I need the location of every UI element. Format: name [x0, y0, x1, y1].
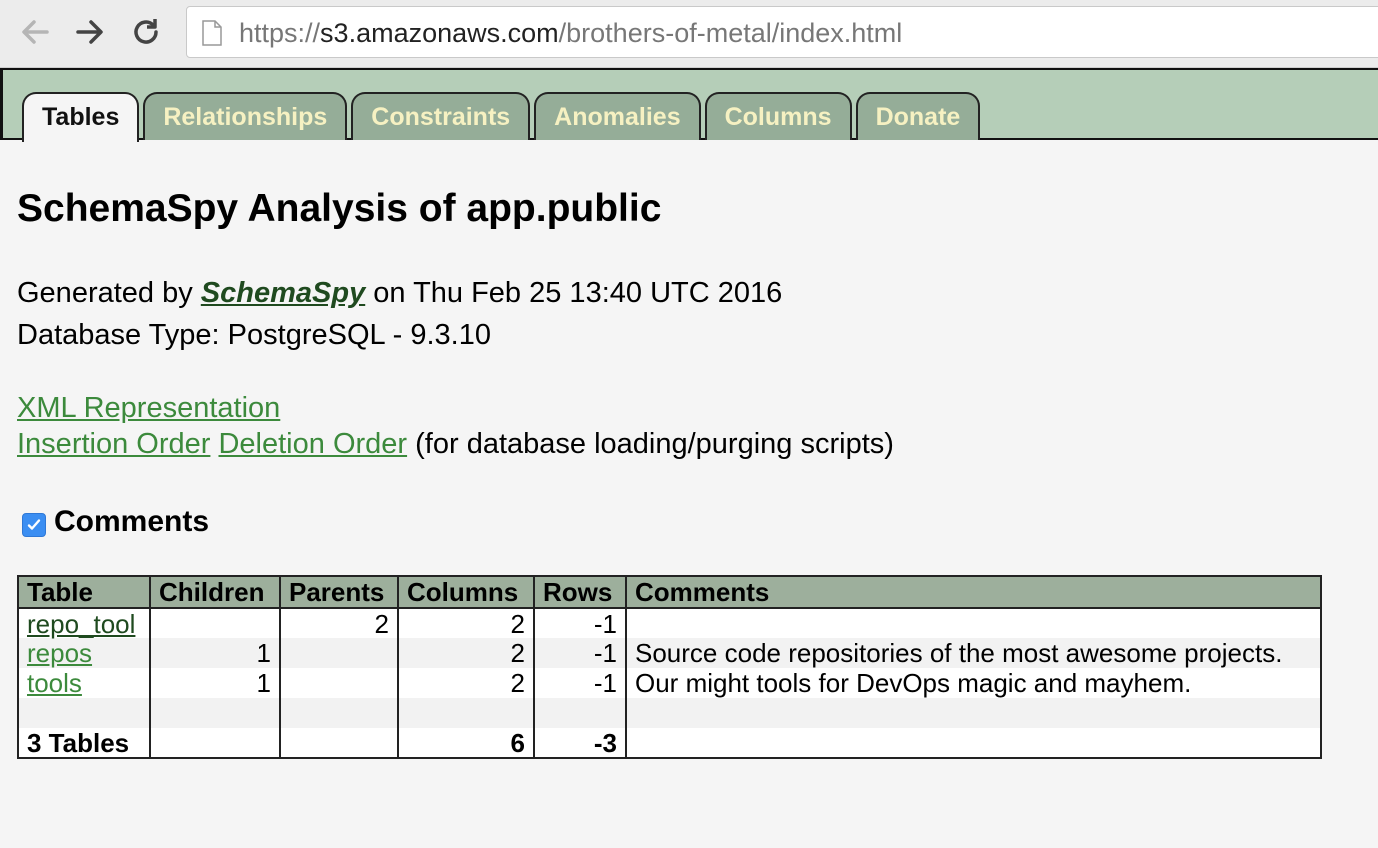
spacer-cell	[279, 698, 399, 728]
spacer-cell	[17, 698, 151, 728]
page-icon	[201, 20, 223, 46]
order-note: (for database loading/purging scripts)	[415, 428, 894, 460]
spacer-row	[17, 698, 1322, 728]
rows-cell: -1	[533, 668, 627, 698]
tab-donate[interactable]: Donate	[855, 92, 981, 140]
tab-strip: Tables Relationships Constraints Anomali…	[0, 68, 1378, 142]
tab-strip-edge	[0, 68, 3, 140]
table-row: repos 1 2 -1 Source code repositories of…	[17, 638, 1322, 668]
back-arrow-icon[interactable]	[17, 14, 53, 50]
tab-list: Tables Relationships Constraints Anomali…	[22, 92, 984, 142]
tab-constraints[interactable]: Constraints	[351, 92, 531, 140]
generated-line: Generated by SchemaSpy on Thu Feb 25 13:…	[17, 272, 782, 314]
col-header-parents[interactable]: Parents	[279, 575, 399, 609]
total-children	[149, 728, 281, 759]
col-header-table[interactable]: Table	[17, 575, 151, 609]
parents-cell	[279, 638, 399, 668]
totals-row: 3 Tables 6 -3	[17, 728, 1322, 759]
generated-suffix: on Thu Feb 25 13:40 UTC 2016	[365, 277, 783, 309]
xml-representation-link[interactable]: XML Representation	[17, 392, 280, 424]
parents-cell: 2	[279, 608, 399, 638]
insertion-order-link[interactable]: Insertion Order	[17, 428, 210, 460]
url-path: /brothers-of-metal/index.html	[558, 18, 903, 48]
table-name-cell: repo_tool	[17, 608, 151, 639]
deletion-order-link[interactable]: Deletion Order	[218, 428, 407, 460]
children-cell	[149, 608, 281, 638]
columns-cell: 2	[397, 668, 535, 698]
spacer-cell	[149, 698, 281, 728]
col-header-comments[interactable]: Comments	[625, 575, 1322, 609]
columns-cell: 2	[397, 608, 535, 638]
rows-cell: -1	[533, 638, 627, 668]
comments-toggle: Comments	[22, 503, 209, 541]
table-row: tools 1 2 -1 Our might tools for DevOps …	[17, 668, 1322, 698]
table-link[interactable]: tools	[27, 668, 82, 698]
url-text[interactable]: https://s3.amazonaws.com/brothers-of-met…	[239, 18, 902, 48]
col-header-columns[interactable]: Columns	[397, 575, 535, 609]
comments-cell: Our might tools for DevOps magic and may…	[625, 668, 1322, 698]
representation-links: XML Representation Insertion Order Delet…	[17, 390, 894, 462]
tab-columns[interactable]: Columns	[704, 92, 852, 140]
comments-cell: Source code repositories of the most awe…	[625, 638, 1322, 668]
page-title: SchemaSpy Analysis of app.public	[17, 187, 662, 230]
url-scheme: https://	[239, 18, 321, 48]
url-host: s3.amazonaws.com	[320, 18, 559, 48]
comments-checkbox[interactable]	[22, 513, 46, 537]
columns-cell: 2	[397, 638, 535, 668]
comments-cell	[625, 608, 1322, 638]
total-comments	[625, 728, 1322, 759]
total-parents	[279, 728, 399, 759]
tab-anomalies[interactable]: Anomalies	[534, 92, 701, 140]
col-header-children[interactable]: Children	[149, 575, 281, 609]
checkmark-icon	[27, 519, 41, 530]
tab-tables[interactable]: Tables	[22, 92, 140, 142]
forward-arrow-icon[interactable]	[72, 14, 108, 50]
schemaspy-link[interactable]: SchemaSpy	[201, 277, 365, 309]
browser-toolbar: https://s3.amazonaws.com/brothers-of-met…	[0, 0, 1378, 68]
rows-cell: -1	[533, 608, 627, 638]
total-columns: 6	[397, 728, 535, 759]
reload-icon[interactable]	[128, 14, 164, 50]
spacer-cell	[533, 698, 627, 728]
generated-prefix: Generated by	[17, 277, 201, 309]
generation-info: Generated by SchemaSpy on Thu Feb 25 13:…	[17, 272, 782, 356]
table-link[interactable]: repo_tool	[27, 609, 135, 639]
table-name-cell: repos	[17, 638, 151, 668]
comments-label: Comments	[54, 505, 210, 538]
total-label: 3 Tables	[17, 728, 151, 759]
database-type: Database Type: PostgreSQL - 9.3.10	[17, 319, 491, 351]
table-link[interactable]: repos	[27, 638, 92, 668]
col-header-rows[interactable]: Rows	[533, 575, 627, 609]
children-cell: 1	[149, 668, 281, 698]
tab-relationships[interactable]: Relationships	[143, 92, 348, 140]
total-rows: -3	[533, 728, 627, 759]
children-cell: 1	[149, 638, 281, 668]
table-header-row: Table Children Parents Columns Rows Comm…	[17, 575, 1322, 609]
table-row: repo_tool 2 2 -1	[17, 608, 1322, 639]
spacer-cell	[625, 698, 1322, 728]
tables-summary: Table Children Parents Columns Rows Comm…	[17, 575, 1322, 759]
table-name-cell: tools	[17, 668, 151, 698]
spacer-cell	[397, 698, 535, 728]
parents-cell	[279, 668, 399, 698]
address-bar[interactable]: https://s3.amazonaws.com/brothers-of-met…	[186, 6, 1378, 58]
